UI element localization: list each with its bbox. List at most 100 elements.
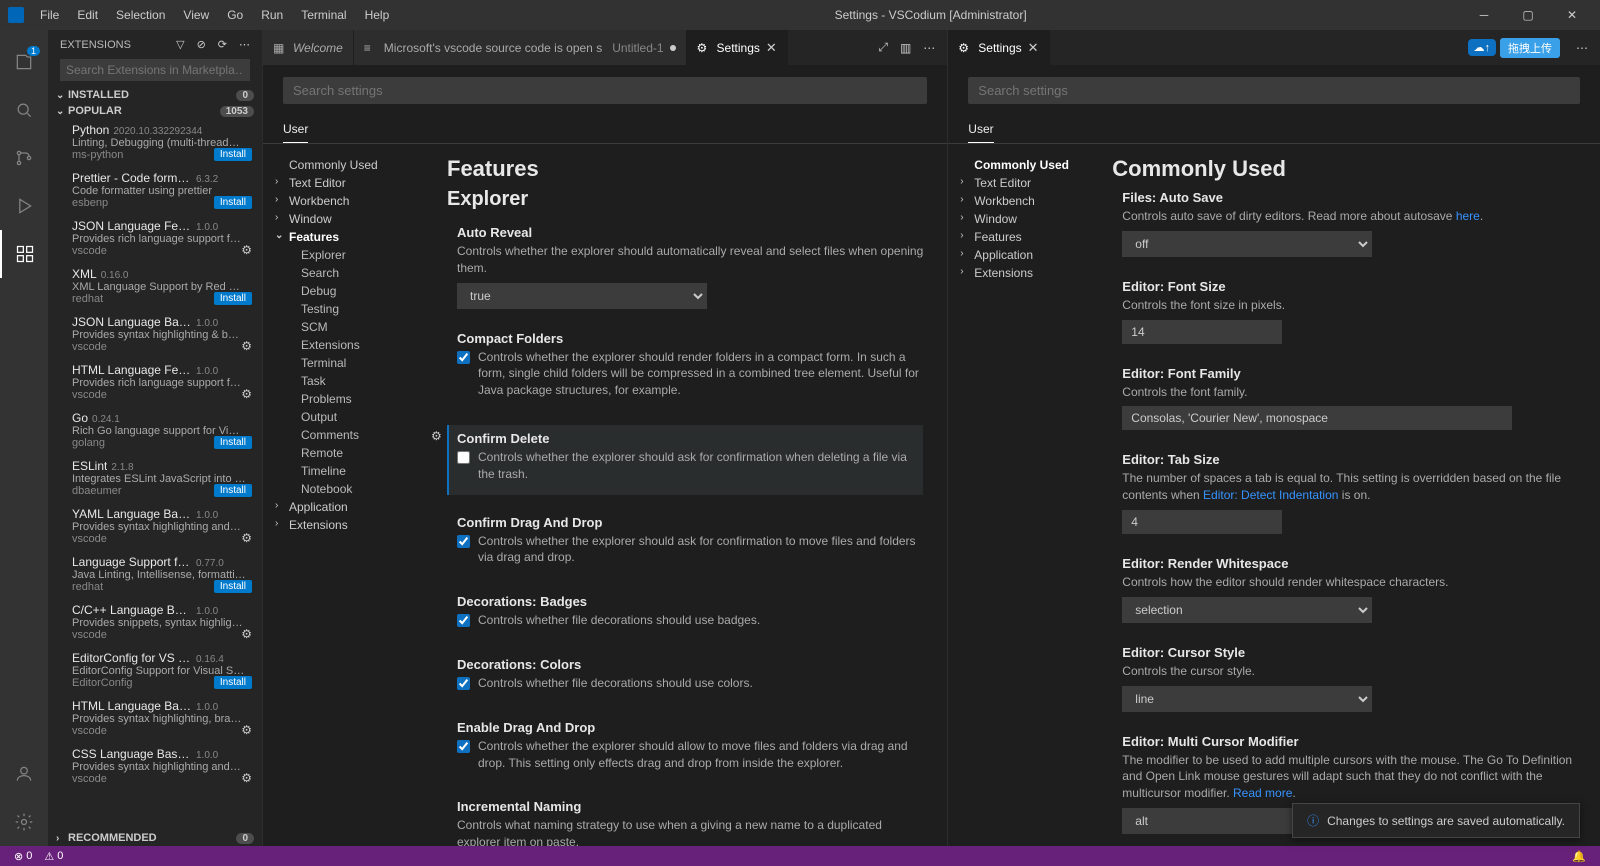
extension-item[interactable]: YAML Language Basics1.0.0 Provides synta…	[48, 503, 262, 551]
install-button[interactable]: Install	[214, 580, 252, 593]
extension-item[interactable]: Prettier - Code format…6.3.2 Code format…	[48, 167, 262, 215]
extension-item[interactable]: C/C++ Language Basic…1.0.0 Provides snip…	[48, 599, 262, 647]
section-installed[interactable]: ⌄INSTALLED0	[48, 87, 262, 103]
toc-sub-item[interactable]: Output	[271, 408, 423, 426]
render-whitespace-select[interactable]: selection	[1122, 597, 1372, 623]
gear-icon[interactable]: ⚙	[241, 627, 252, 641]
autosave-link[interactable]: here	[1456, 209, 1480, 223]
menu-view[interactable]: View	[175, 4, 217, 26]
toc-commonly-used[interactable]: Commonly Used	[271, 156, 423, 174]
detect-indent-link[interactable]: Editor: Detect Indentation	[1203, 488, 1338, 502]
refresh-icon[interactable]: ⟳	[218, 38, 227, 51]
extension-item[interactable]: Language Support for …0.77.0 Java Lintin…	[48, 551, 262, 599]
notification-icon[interactable]: 🔔	[1566, 850, 1592, 863]
decor-colors-checkbox[interactable]	[457, 677, 470, 690]
toc-sub-item[interactable]: Comments	[271, 426, 423, 444]
toc-sub-item[interactable]: Search	[271, 264, 423, 282]
minimize-button[interactable]: ─	[1464, 0, 1504, 30]
extension-item[interactable]: EditorConfig for VS Co…0.16.4 EditorConf…	[48, 647, 262, 695]
toc-extensions-r[interactable]: ›Extensions	[956, 264, 1088, 282]
toc-sub-item[interactable]: SCM	[271, 318, 423, 336]
activity-extensions[interactable]	[0, 230, 48, 278]
install-button[interactable]: Install	[214, 676, 252, 689]
multicursor-link[interactable]: Read more	[1233, 786, 1292, 800]
extension-item[interactable]: XML0.16.0 XML Language Support by Red … …	[48, 263, 262, 311]
status-errors[interactable]: ⊗0	[8, 850, 38, 863]
close-icon[interactable]: ✕	[1028, 40, 1039, 56]
extension-item[interactable]: ESLint2.1.8 Integrates ESLint JavaScript…	[48, 455, 262, 503]
gear-icon[interactable]: ⚙	[431, 429, 442, 443]
cursor-style-select[interactable]: line	[1122, 686, 1372, 712]
toc-text-editor-r[interactable]: ›Text Editor	[956, 174, 1088, 192]
settings-tab-user[interactable]: User	[283, 116, 308, 143]
extensions-search-input[interactable]	[60, 59, 250, 81]
toc-extensions[interactable]: ›Extensions	[271, 516, 423, 534]
settings-list-left[interactable]: Features Explorer Auto Reveal Controls w…	[423, 144, 947, 846]
tab-settings[interactable]: ⚙ Settings ✕	[687, 30, 788, 65]
toc-sub-item[interactable]: Notebook	[271, 480, 423, 498]
activity-settings[interactable]	[0, 798, 48, 846]
settings-list-right[interactable]: Commonly Used Files: Auto Save Controls …	[1088, 144, 1600, 846]
toc-sub-item[interactable]: Extensions	[271, 336, 423, 354]
split-json-icon[interactable]: ⤢	[878, 40, 888, 55]
extension-item[interactable]: Python2020.10.332292344 Linting, Debuggi…	[48, 119, 262, 167]
toc-sub-item[interactable]: Timeline	[271, 462, 423, 480]
filter-icon[interactable]: ▽	[176, 38, 184, 51]
toc-workbench-r[interactable]: ›Workbench	[956, 192, 1088, 210]
toc-sub-item[interactable]: Terminal	[271, 354, 423, 372]
extension-item[interactable]: JSON Language Basics1.0.0 Provides synta…	[48, 311, 262, 359]
toc-sub-item[interactable]: Explorer	[271, 246, 423, 264]
menu-terminal[interactable]: Terminal	[293, 4, 354, 26]
activity-search[interactable]	[0, 86, 48, 134]
toc-window[interactable]: ›Window	[271, 210, 423, 228]
section-recommended[interactable]: ›RECOMMENDED0	[48, 830, 262, 846]
settings-tab-user-right[interactable]: User	[968, 116, 993, 143]
auto-save-select[interactable]: off	[1122, 231, 1372, 257]
gear-icon[interactable]: ⚙	[241, 723, 252, 737]
confirm-delete-checkbox[interactable]	[457, 451, 470, 464]
tab-settings-right[interactable]: ⚙ Settings ✕	[948, 30, 1049, 65]
tab-more-icon[interactable]: ⋯	[1576, 41, 1588, 55]
toc-application[interactable]: ›Application	[271, 498, 423, 516]
tab-welcome[interactable]: ▦ Welcome	[263, 30, 354, 65]
font-size-input[interactable]	[1122, 320, 1282, 344]
menu-edit[interactable]: Edit	[69, 4, 106, 26]
toc-sub-item[interactable]: Remote	[271, 444, 423, 462]
tab-more-icon[interactable]: ⋯	[923, 41, 935, 55]
tab-size-input[interactable]	[1122, 510, 1282, 534]
toc-commonly-used-r[interactable]: Commonly Used	[956, 156, 1088, 174]
activity-scm[interactable]	[0, 134, 48, 182]
extension-item[interactable]: CSS Language Basics (…1.0.0 Provides syn…	[48, 743, 262, 791]
menu-run[interactable]: Run	[253, 4, 291, 26]
menu-selection[interactable]: Selection	[108, 4, 173, 26]
extension-item[interactable]: Go0.24.1 Rich Go language support for Vi…	[48, 407, 262, 455]
install-button[interactable]: Install	[214, 196, 252, 209]
more-icon[interactable]: ⋯	[239, 38, 250, 51]
toc-features-r[interactable]: ›Features	[956, 228, 1088, 246]
activity-accounts[interactable]	[0, 750, 48, 798]
settings-search-input-right[interactable]	[968, 77, 1580, 104]
font-family-input[interactable]	[1122, 406, 1512, 430]
toc-workbench[interactable]: ›Workbench	[271, 192, 423, 210]
gear-icon[interactable]: ⚙	[241, 531, 252, 545]
install-button[interactable]: Install	[214, 292, 252, 305]
install-button[interactable]: Install	[214, 436, 252, 449]
activity-explorer[interactable]	[0, 38, 48, 86]
compact-folders-checkbox[interactable]	[457, 351, 470, 364]
decor-badges-checkbox[interactable]	[457, 614, 470, 627]
status-warnings[interactable]: ⚠0	[38, 850, 69, 863]
install-button[interactable]: Install	[214, 484, 252, 497]
gear-icon[interactable]: ⚙	[241, 243, 252, 257]
upload-badge[interactable]: ☁↑ 拖拽上传	[1464, 38, 1565, 58]
extension-item[interactable]: HTML Language Featu…1.0.0 Provides rich …	[48, 359, 262, 407]
gear-icon[interactable]: ⚙	[241, 387, 252, 401]
menu-file[interactable]: File	[32, 4, 67, 26]
menu-go[interactable]: Go	[219, 4, 251, 26]
tab-untitled[interactable]: ≡ Microsoft's vscode source code is open…	[354, 30, 687, 65]
gear-icon[interactable]: ⚙	[241, 771, 252, 785]
extension-item[interactable]: HTML Language Basic…1.0.0 Provides synta…	[48, 695, 262, 743]
close-icon[interactable]: ✕	[766, 40, 777, 56]
toc-sub-item[interactable]: Problems	[271, 390, 423, 408]
split-editor-icon[interactable]: ▥	[900, 41, 911, 55]
toc-window-r[interactable]: ›Window	[956, 210, 1088, 228]
